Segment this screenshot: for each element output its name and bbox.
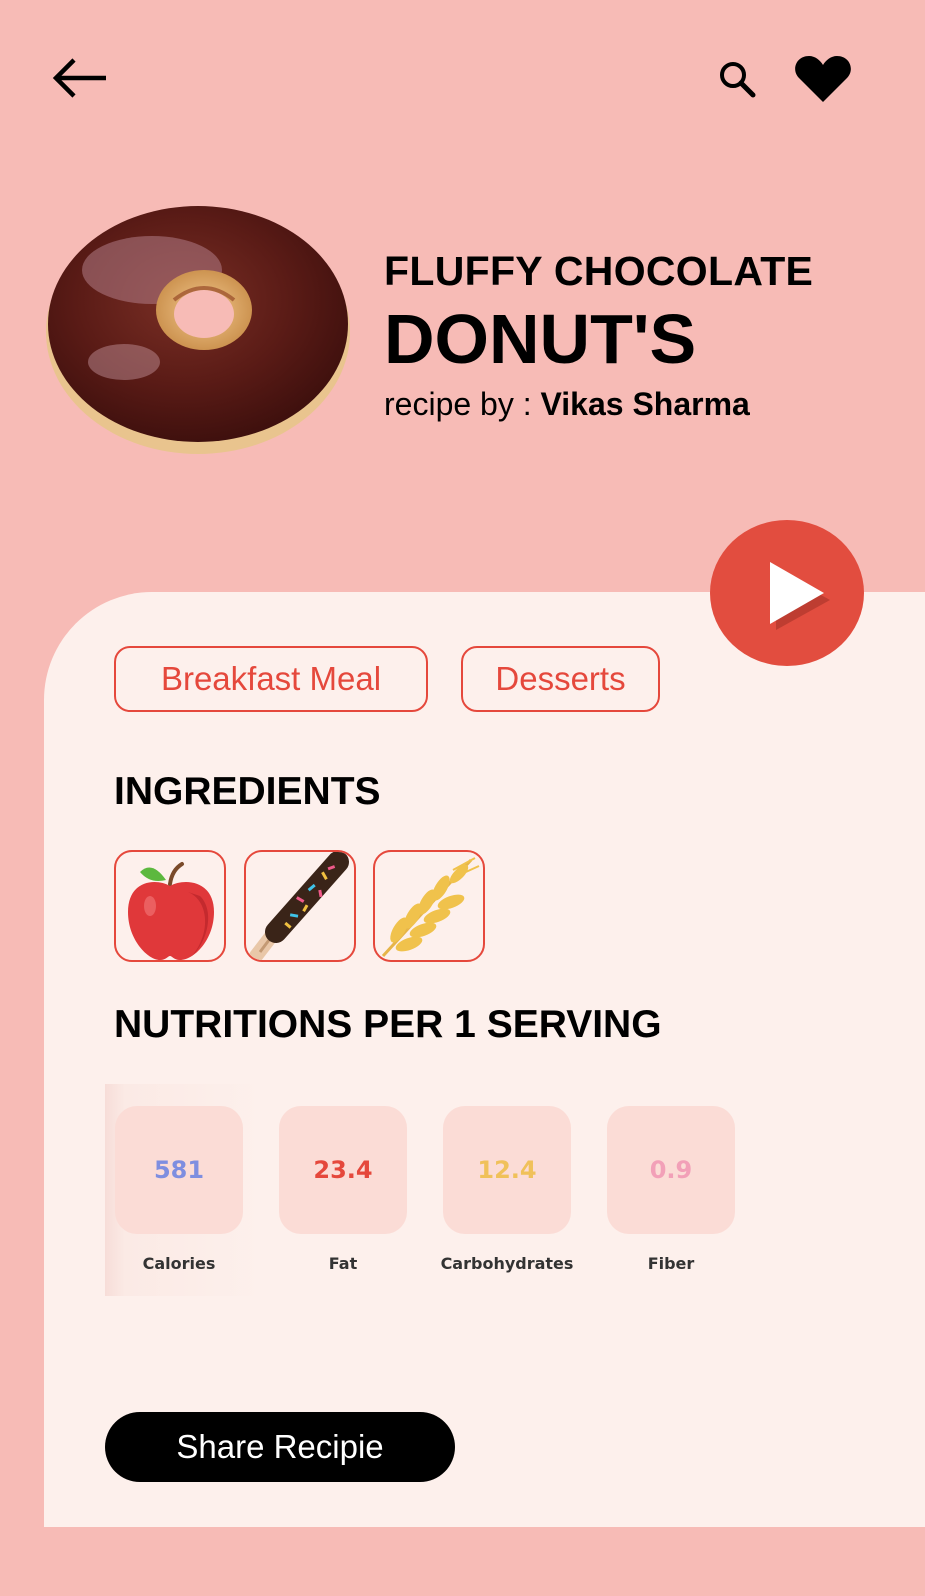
chocolate-donut-image <box>42 192 354 460</box>
nutrition-fiber-label: Fiber <box>647 1254 695 1273</box>
recipe-title-line1: FLUFFY CHOCOLATE <box>384 248 814 294</box>
ingredient-wheat[interactable] <box>373 850 485 962</box>
wheat-icon <box>381 857 480 958</box>
nutrition-fat-label: Fat <box>328 1254 358 1273</box>
nutrition-panel: 581 23.4 12.4 0.9 Calories Fat Carbohydr… <box>105 1084 745 1296</box>
nutrition-fat-value: 23.4 <box>279 1106 407 1234</box>
ingredient-chocolate-stick[interactable] <box>244 850 356 962</box>
search-icon <box>720 62 756 98</box>
play-icon <box>770 562 830 630</box>
heart-icon <box>795 56 851 102</box>
share-recipe-button[interactable]: Share Recipie <box>105 1412 455 1482</box>
ingredients-heading: INGREDIENTS <box>114 770 381 813</box>
arrow-left-icon <box>52 58 106 98</box>
play-video-button[interactable] <box>710 520 864 666</box>
apple-icon <box>128 862 214 960</box>
recipe-title-line2: DONUT'S <box>384 300 697 378</box>
search-button[interactable] <box>716 58 760 102</box>
back-button[interactable] <box>52 58 108 98</box>
recipe-title-block: FLUFFY CHOCOLATE DONUT'S recipe by : Vik… <box>384 248 904 424</box>
nutrition-carbohydrates-value: 12.4 <box>443 1106 571 1234</box>
favorite-button[interactable] <box>794 54 852 104</box>
nutrition-calories-label: Calories <box>142 1254 216 1273</box>
nutrition-heading: NUTRITIONS PER 1 SERVING <box>114 1003 662 1046</box>
tag-desserts[interactable]: Desserts <box>461 646 660 712</box>
top-bar <box>0 50 925 110</box>
tag-breakfast-meal[interactable]: Breakfast Meal <box>114 646 428 712</box>
nutrition-fiber-value: 0.9 <box>607 1106 735 1234</box>
author-name[interactable]: Vikas Sharma <box>541 386 750 422</box>
nutrition-calories-value: 581 <box>115 1106 243 1234</box>
recipe-details-card <box>44 592 925 1527</box>
nutrition-carbohydrates-label: Carbohydrates <box>440 1254 574 1273</box>
chocolate-stick-icon <box>249 852 349 960</box>
ingredient-apple[interactable] <box>114 850 226 962</box>
author-prefix: recipe by : <box>384 386 541 422</box>
recipe-author: recipe by : Vikas Sharma <box>384 384 904 424</box>
